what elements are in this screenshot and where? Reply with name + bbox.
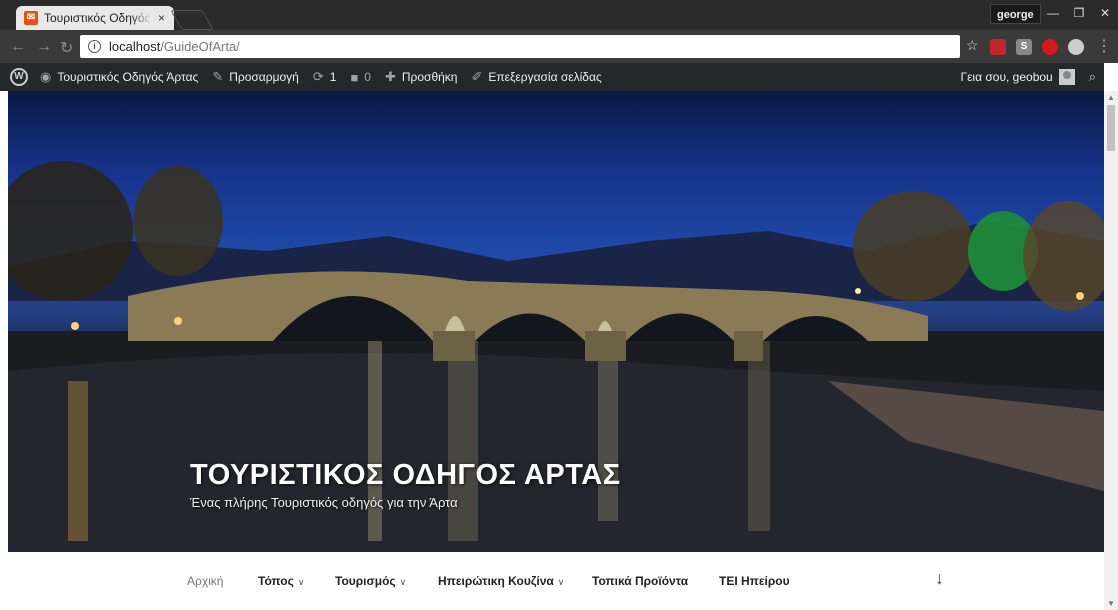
extension-gray-icon[interactable] (1068, 39, 1084, 55)
minimize-icon[interactable]: — (1040, 2, 1066, 24)
chevron-down-icon: ∨ (297, 577, 305, 587)
nav-label: Ηπειρώτικη Κουζίνα (438, 574, 554, 588)
chevron-down-icon: ∨ (557, 577, 565, 587)
nav-label: Αρχική (187, 574, 224, 588)
edit-page-label: Επεξεργασία σελίδας (488, 70, 602, 84)
greeting-text[interactable]: Γεια σου, geobou (960, 70, 1052, 84)
menu-dots-icon[interactable]: ⋮ (1096, 36, 1112, 56)
profile-button[interactable]: george (990, 4, 1041, 24)
address-bar[interactable]: i localhost/GuideOfArta/ (80, 35, 960, 58)
adminbar-site-name[interactable]: ◉ Τουριστικός Οδηγός Άρτας (40, 69, 198, 85)
browser-titlebar: ✉ Τουριστικός Οδηγός Άρτας × george — ❐ … (0, 0, 1118, 30)
adminbar-edit-page[interactable]: ✐ Επεξεργασία σελίδας (471, 69, 601, 85)
search-icon[interactable]: ⌕ (1089, 69, 1096, 85)
nav-label: Τουρισμός (335, 574, 396, 588)
pencil-icon: ✐ (471, 69, 483, 84)
back-icon[interactable]: ← (10, 38, 26, 56)
extension-s-icon[interactable]: S (1016, 39, 1032, 55)
forward-icon[interactable]: → (36, 38, 52, 56)
avatar[interactable] (1058, 69, 1075, 85)
reload-icon[interactable]: ↻ (60, 38, 73, 58)
nav-item-cuisine[interactable]: Ηπειρώτικη Κουζίνα ∨ (438, 574, 564, 588)
extension-red-icon[interactable] (990, 39, 1006, 55)
close-window-icon[interactable]: ✕ (1092, 2, 1118, 24)
scroll-down-icon[interactable]: ▼ (1107, 599, 1115, 608)
adblock-icon[interactable] (1042, 39, 1058, 55)
url-text[interactable]: localhost/GuideOfArta/ (109, 39, 240, 54)
url-host: localhost (109, 39, 161, 54)
brush-icon: ✎ (212, 69, 224, 84)
dashboard-icon: ◉ (40, 69, 52, 84)
browser-toolbar: ← → ↻ i localhost/GuideOfArta/ ☆ S ⋮ (0, 30, 1118, 63)
site-favicon-icon: ✉ (24, 11, 38, 25)
wordpress-logo-icon[interactable]: W (10, 68, 28, 86)
url-path: /GuideOfArta/ (160, 39, 240, 54)
nav-item-place[interactable]: Τόπος ∨ (258, 574, 304, 588)
nav-label: ΤΕΙ Ηπείρου (719, 574, 790, 588)
restore-icon[interactable]: ❐ (1066, 2, 1092, 24)
updates-icon: ⟳ (312, 69, 324, 84)
wp-admin-bar: W ◉ Τουριστικός Οδηγός Άρτας ✎ Προσαρμογ… (0, 63, 1104, 91)
scrollbar-thumb[interactable] (1107, 105, 1115, 151)
adminbar-comments[interactable]: ■ 0 (350, 70, 371, 85)
nav-item-tourism[interactable]: Τουρισμός ∨ (335, 574, 406, 588)
adminbar-customize[interactable]: ✎ Προσαρμογή (212, 69, 299, 85)
customize-label: Προσαρμογή (229, 70, 299, 84)
scroll-down-arrow-icon[interactable]: ↓ (935, 568, 944, 589)
new-label: Προσθήκη (401, 70, 458, 84)
adminbar-account: Γεια σου, geobou ⌕ (960, 63, 1096, 91)
updates-count: 1 (329, 70, 337, 84)
hero-header-image: ΤΟΥΡΙΣΤΙΚΟΣ ΟΔΗΓΟΣ ΑΡΤΑΣ Ένας πλήρης Του… (8, 91, 1104, 552)
adminbar-new[interactable]: ✚ Προσθήκη (385, 69, 458, 85)
browser-tab[interactable]: ✉ Τουριστικός Οδηγός Άρτας × (16, 6, 174, 30)
page-scrollbar[interactable]: ▲ ▼ (1104, 91, 1118, 610)
nav-item-home[interactable]: Αρχική (187, 574, 223, 588)
scroll-up-icon[interactable]: ▲ (1107, 93, 1115, 102)
nav-item-tei[interactable]: ΤΕΙ Ηπείρου (719, 574, 790, 588)
primary-navigation: Αρχική Τόπος ∨ Τουρισμός ∨ Ηπειρώτικη Κουζ… (0, 552, 1104, 610)
chevron-down-icon: ∨ (399, 577, 407, 587)
site-title[interactable]: ΤΟΥΡΙΣΤΙΚΟΣ ΟΔΗΓΟΣ ΑΡΤΑΣ (190, 459, 621, 492)
comments-count: 0 (364, 70, 371, 84)
adminbar-updates[interactable]: ⟳ 1 (313, 69, 337, 85)
tab-title: Τουριστικός Οδηγός Άρτας (44, 11, 152, 25)
plus-icon: ✚ (384, 69, 396, 84)
site-tagline: Ένας πλήρης Τουριστικός οδηγός για την Ά… (190, 495, 458, 510)
comment-icon: ■ (350, 69, 359, 85)
tab-close-icon[interactable]: × (158, 11, 165, 25)
nav-item-products[interactable]: Τοπικά Προϊόντα (592, 574, 688, 588)
site-name-label: Τουριστικός Οδηγός Άρτας (57, 70, 199, 84)
info-icon[interactable]: i (88, 40, 101, 53)
new-tab-button[interactable] (170, 10, 214, 30)
nav-label: Τόπος (258, 574, 294, 588)
bookmark-star-icon[interactable]: ☆ (966, 37, 979, 54)
nav-label: Τοπικά Προϊόντα (592, 574, 689, 588)
